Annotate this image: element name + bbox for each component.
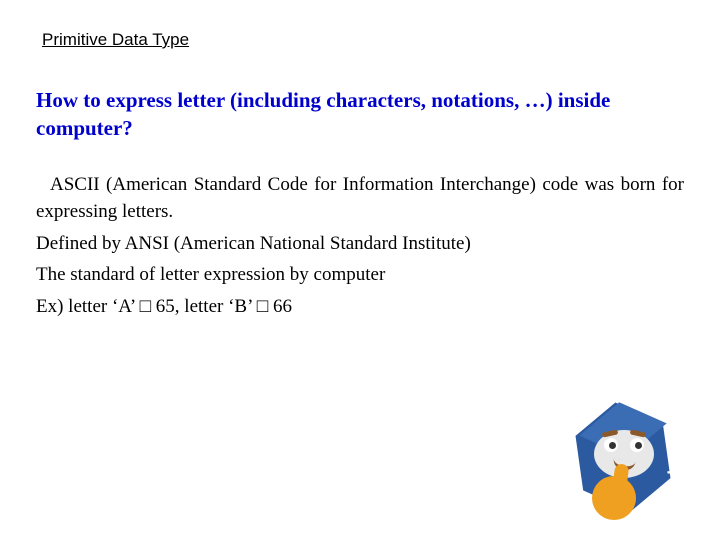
pupil-right bbox=[635, 442, 642, 449]
ascii-intro: ASCII (American Standard Code for Inform… bbox=[36, 171, 684, 226]
defined-by-line: Defined by ANSI (American National Stand… bbox=[36, 230, 684, 258]
slide-container: Primitive Data Type How to express lette… bbox=[0, 0, 720, 354]
eye-right bbox=[630, 438, 644, 452]
topic-title: Primitive Data Type bbox=[42, 30, 684, 50]
thinking-finger bbox=[613, 463, 630, 487]
pupil-left bbox=[609, 442, 616, 449]
standard-line: The standard of letter expression by com… bbox=[36, 261, 684, 289]
eye-left bbox=[604, 438, 618, 452]
body-text: ASCII (American Standard Code for Inform… bbox=[36, 171, 684, 321]
cpp-logo: ++ bbox=[556, 390, 696, 530]
plus-plus-text: ++ bbox=[667, 462, 690, 485]
thinking-hand bbox=[592, 476, 636, 520]
heading-question: How to express letter (including charact… bbox=[36, 86, 684, 143]
example-line: Ex) letter ‘A’ □ 65, letter ‘B’ □ 66 bbox=[36, 293, 684, 321]
